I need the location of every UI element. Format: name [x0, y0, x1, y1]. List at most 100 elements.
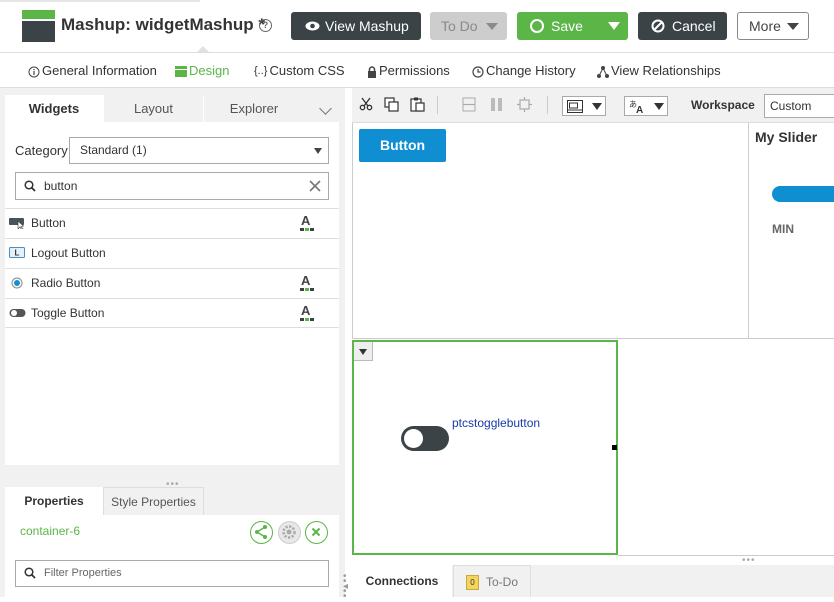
properties-tabs: Properties Style Properties: [5, 487, 339, 515]
save-button[interactable]: Save: [517, 12, 628, 40]
filter-properties-input[interactable]: Filter Properties: [15, 560, 329, 587]
top-strip: [0, 0, 200, 2]
toolbar-separator: [547, 96, 548, 114]
chevron-down-icon: [314, 148, 322, 154]
remove-icon[interactable]: [305, 521, 328, 544]
widget-search: [15, 172, 329, 200]
widget-item-radio-button[interactable]: Radio Button A: [5, 268, 339, 298]
lock-icon: [368, 65, 376, 78]
design-icon: [175, 66, 187, 78]
slider-track[interactable]: [772, 186, 834, 202]
tab-design[interactable]: Design: [175, 53, 229, 88]
workspace-label: Workspace: [691, 98, 755, 112]
paste-icon[interactable]: [410, 97, 425, 112]
toggle-knob: [404, 429, 423, 448]
split-vertical-icon[interactable]: [490, 97, 504, 112]
settings-gear-icon[interactable]: [278, 521, 301, 544]
layout-icon: [567, 100, 583, 113]
widget-search-input[interactable]: [44, 173, 294, 199]
share-icon[interactable]: [250, 521, 273, 544]
radio-icon: [11, 277, 23, 289]
filter-placeholder: Filter Properties: [44, 567, 122, 579]
save-options-dropdown[interactable]: [600, 12, 628, 40]
more-label: More: [749, 18, 781, 34]
save-main[interactable]: Save: [517, 12, 600, 40]
tab-label: Permissions: [379, 63, 450, 78]
tab-explorer[interactable]: Explorer: [203, 95, 304, 122]
canvas-toggle-widget[interactable]: [401, 426, 449, 451]
tab-label: General Information: [42, 63, 157, 78]
properties-panel: Properties Style Properties container-6: [5, 487, 339, 597]
todo-note-icon: 0: [466, 575, 479, 590]
tab-style-properties[interactable]: Style Properties: [103, 487, 204, 515]
tab-properties[interactable]: Properties: [5, 487, 103, 515]
tab-layout[interactable]: Layout: [103, 95, 203, 122]
container-settings-icon[interactable]: [517, 97, 532, 112]
slider-min-label: MIN: [772, 222, 794, 236]
tab-change-history[interactable]: Change History: [472, 53, 576, 88]
toolbar-separator: [437, 96, 438, 114]
language-dropdown[interactable]: あ A: [624, 96, 668, 116]
mashup-logo-icon: [22, 10, 55, 42]
widget-item-label: Logout Button: [31, 246, 106, 260]
active-tab-pointer: [197, 46, 209, 52]
left-panel: Widgets Layout Explorer Category Standar…: [0, 88, 348, 602]
view-mashup-button[interactable]: View Mashup: [291, 12, 421, 40]
layout-dropdown[interactable]: [562, 96, 606, 116]
tab-view-relationships[interactable]: View Relationships: [597, 53, 721, 88]
more-button[interactable]: More: [737, 12, 809, 40]
widget-item-logout-button[interactable]: L Logout Button: [5, 238, 339, 268]
clear-search-icon[interactable]: [308, 179, 322, 193]
widget-item-label: Radio Button: [31, 276, 101, 290]
todo-label: To Do: [441, 18, 478, 34]
canvas-button-widget[interactable]: Button: [359, 129, 446, 162]
widget-item-label: Button: [31, 216, 66, 230]
category-label: Category: [15, 143, 68, 158]
chevron-down-icon: [787, 23, 799, 30]
tab-connections[interactable]: Connections: [352, 565, 452, 597]
theme-badge-icon: A: [300, 304, 314, 322]
split-horizontal-icon[interactable]: [462, 97, 476, 112]
braces-icon: {..}: [254, 65, 268, 78]
tab-widgets[interactable]: Widgets: [5, 95, 103, 122]
vertical-splitter-grip[interactable]: • • ◂ • •: [343, 572, 348, 602]
tab-general-information[interactable]: General Information: [28, 53, 157, 88]
container-menu-button[interactable]: [354, 342, 373, 361]
resize-handle[interactable]: [612, 445, 617, 450]
tab-permissions[interactable]: Permissions: [367, 53, 450, 88]
selected-container-name: container-6: [20, 524, 81, 538]
logout-button-icon: L: [9, 247, 25, 258]
tab-custom-css[interactable]: {..} Custom CSS: [254, 53, 345, 88]
todo-button[interactable]: To Do: [430, 12, 507, 40]
tab-todo[interactable]: 0 To-Do: [453, 565, 531, 597]
cancel-button[interactable]: Cancel: [638, 12, 727, 40]
container-bottom-right[interactable]: [618, 339, 834, 556]
search-icon: [24, 567, 36, 579]
theme-badge-icon: A: [300, 214, 314, 232]
svg-text:A: A: [636, 105, 643, 114]
widget-item-button[interactable]: Button A: [5, 208, 339, 238]
design-toolbar: あ A Workspace Custom: [352, 88, 834, 123]
toggle-icon: [9, 309, 26, 317]
left-panel-tabs: Widgets Layout Explorer: [5, 95, 339, 122]
help-icon[interactable]: ?: [259, 19, 272, 32]
container-top-left[interactable]: Button: [352, 123, 749, 339]
chevron-down-icon: [608, 22, 620, 30]
mashup-canvas: Button My Slider MIN ptcstogglebutton: [352, 123, 834, 556]
widget-item-label: Toggle Button: [31, 306, 105, 320]
view-mashup-label: View Mashup: [325, 18, 409, 34]
cut-icon[interactable]: [359, 97, 373, 111]
clock-icon: [472, 65, 484, 78]
collapse-chevron-icon[interactable]: [319, 102, 332, 115]
workspace-select[interactable]: Custom: [764, 94, 834, 118]
save-circle-icon: [530, 19, 544, 33]
widget-list: Button A L Logout Button Radio Button A …: [5, 208, 339, 328]
container-top-right[interactable]: My Slider MIN: [749, 123, 834, 339]
tab-label: Change History: [486, 63, 576, 78]
tab-label: Custom CSS: [269, 63, 345, 78]
copy-icon[interactable]: [384, 97, 399, 112]
container-6[interactable]: ptcstogglebutton: [352, 340, 618, 555]
widget-item-toggle-button[interactable]: Toggle Button A: [5, 298, 339, 328]
category-select[interactable]: Standard (1): [69, 137, 329, 164]
chevron-down-icon: [592, 103, 602, 110]
